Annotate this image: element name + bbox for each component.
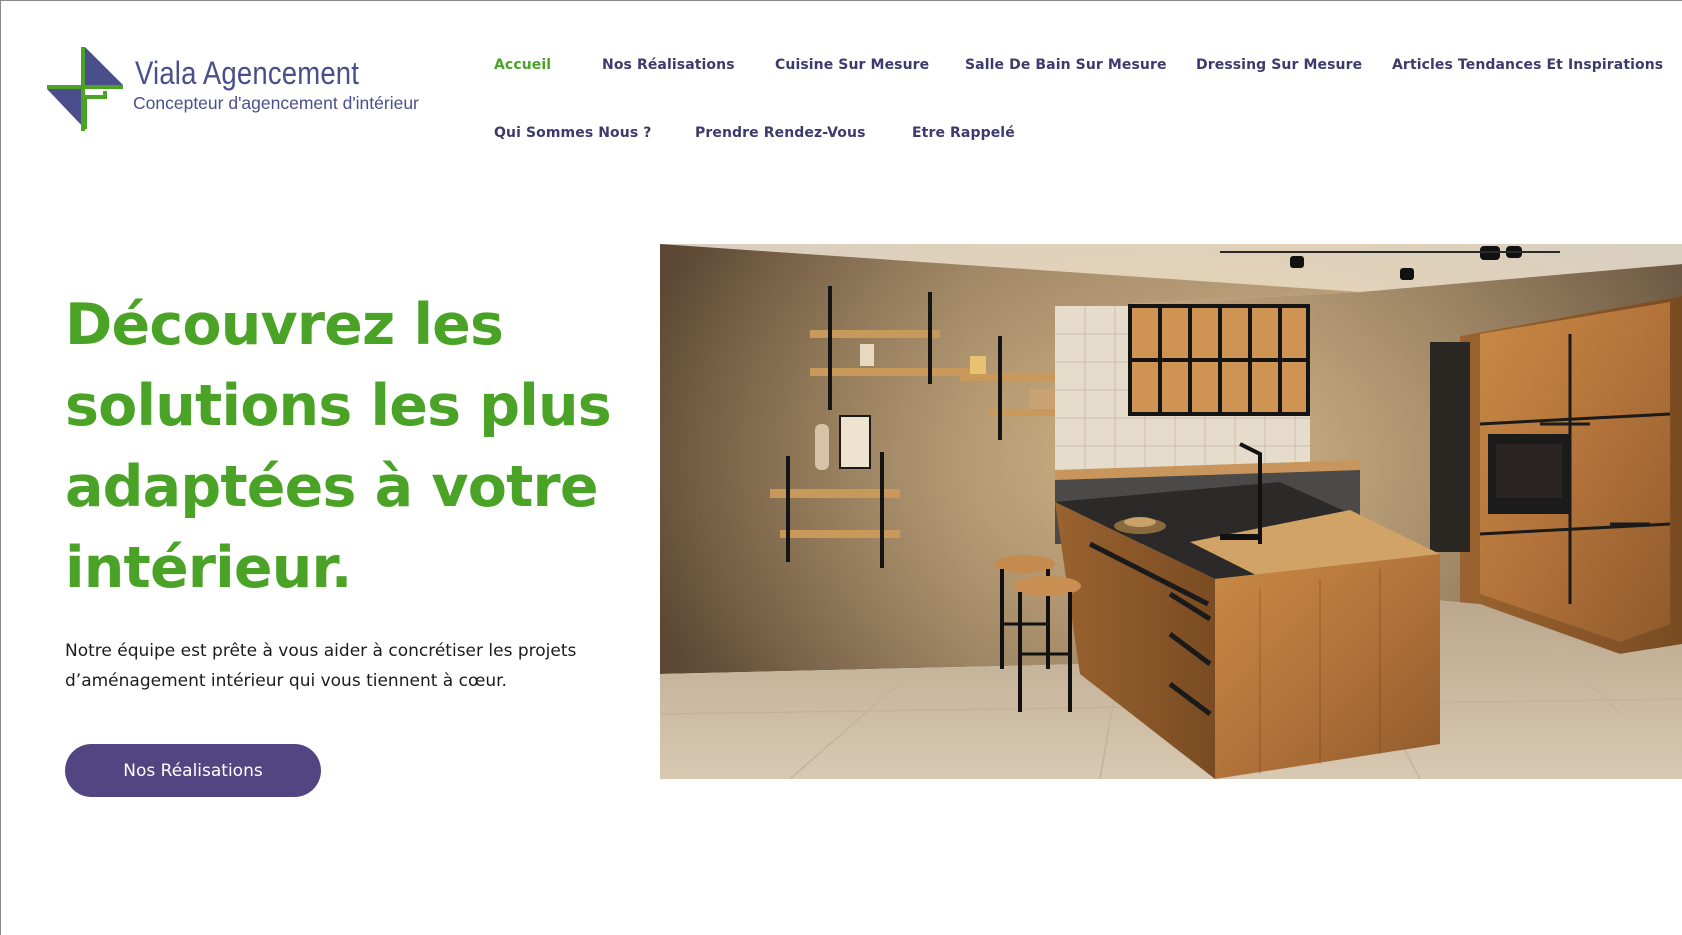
nav-item-cuisine-sur-mesure[interactable]: Cuisine Sur Mesure [775,57,929,73]
nav-item-articles-tendances[interactable]: Articles Tendances Et Inspirations [1392,57,1663,73]
nav-item-prendre-rendez-vous[interactable]: Prendre Rendez-Vous [695,125,866,141]
hero-description: Notre équipe est prête à vous aider à co… [65,641,577,691]
nav-item-nos-realisations[interactable]: Nos Réalisations [602,57,735,73]
brand-tagline: Concepteur d'agencement d'intérieur [133,93,419,113]
hero-kitchen-image [660,244,1682,779]
site-logo[interactable]: Viala Agencement Concepteur d'agencement… [45,45,435,135]
nav-item-qui-sommes-nous[interactable]: Qui Sommes Nous ? [494,125,651,141]
nos-realisations-button[interactable]: Nos Réalisations [65,744,321,797]
page: Viala Agencement Concepteur d'agencement… [0,0,1682,935]
nav-item-salle-de-bain-sur-mesure[interactable]: Salle De Bain Sur Mesure [965,57,1167,73]
kitchen-photo [660,244,1682,779]
nav-item-accueil[interactable]: Accueil [494,57,551,73]
nav-item-etre-rappele[interactable]: Etre Rappelé [912,125,1015,141]
hero-title: Découvrez les solutions les plus adaptée… [65,292,612,601]
brand-name: Viala Agencement [135,55,360,91]
logo-icon [47,47,123,131]
nav-item-dressing-sur-mesure[interactable]: Dressing Sur Mesure [1196,57,1362,73]
